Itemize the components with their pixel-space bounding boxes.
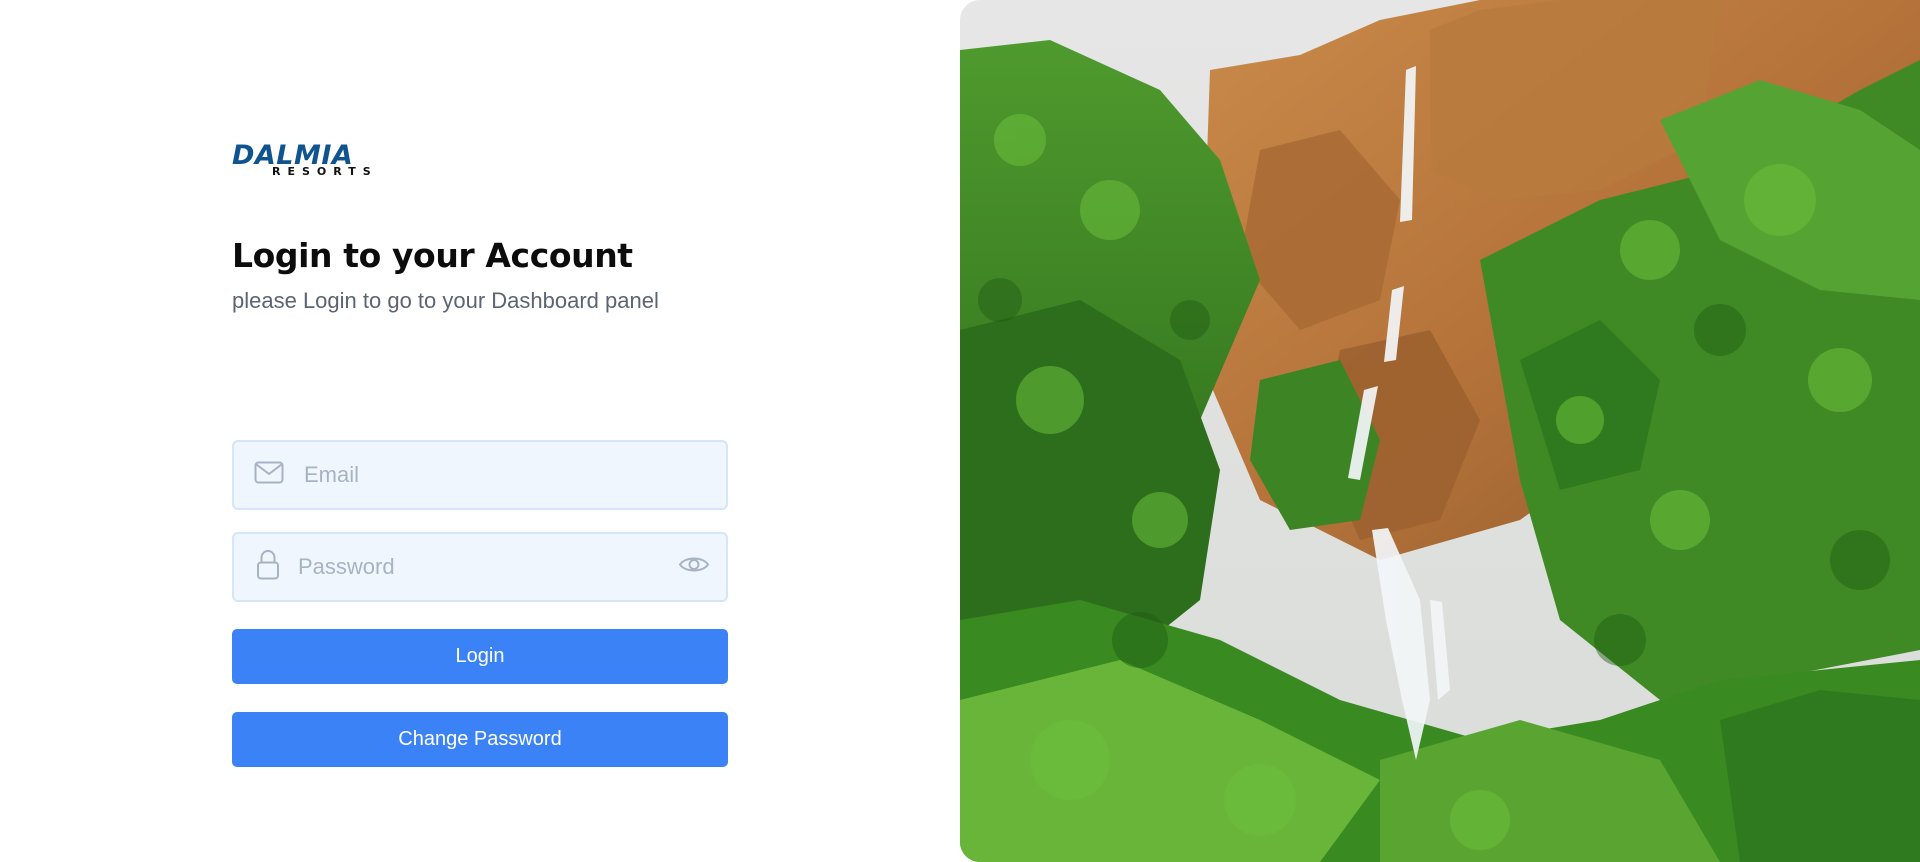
waterfall-scene bbox=[960, 0, 1920, 862]
page-subtitle: please Login to go to your Dashboard pan… bbox=[232, 288, 659, 313]
mail-icon bbox=[254, 461, 284, 490]
email-field[interactable] bbox=[232, 440, 728, 510]
login-panel: DALMIA RESORTS Login to your Account ple… bbox=[0, 0, 960, 862]
page-title: Login to your Account bbox=[232, 236, 633, 275]
lock-icon bbox=[256, 549, 280, 586]
eye-icon[interactable] bbox=[678, 554, 710, 581]
login-page: DALMIA RESORTS Login to your Account ple… bbox=[0, 0, 1920, 862]
hero-image bbox=[960, 0, 1920, 862]
login-button[interactable]: Login bbox=[232, 629, 728, 684]
email-input[interactable] bbox=[304, 442, 714, 508]
password-input[interactable] bbox=[298, 534, 658, 600]
logo-tagline: RESORTS bbox=[272, 165, 378, 178]
change-password-button[interactable]: Change Password bbox=[232, 712, 728, 767]
brand-logo: DALMIA RESORTS bbox=[232, 142, 402, 182]
password-field[interactable] bbox=[232, 532, 728, 602]
